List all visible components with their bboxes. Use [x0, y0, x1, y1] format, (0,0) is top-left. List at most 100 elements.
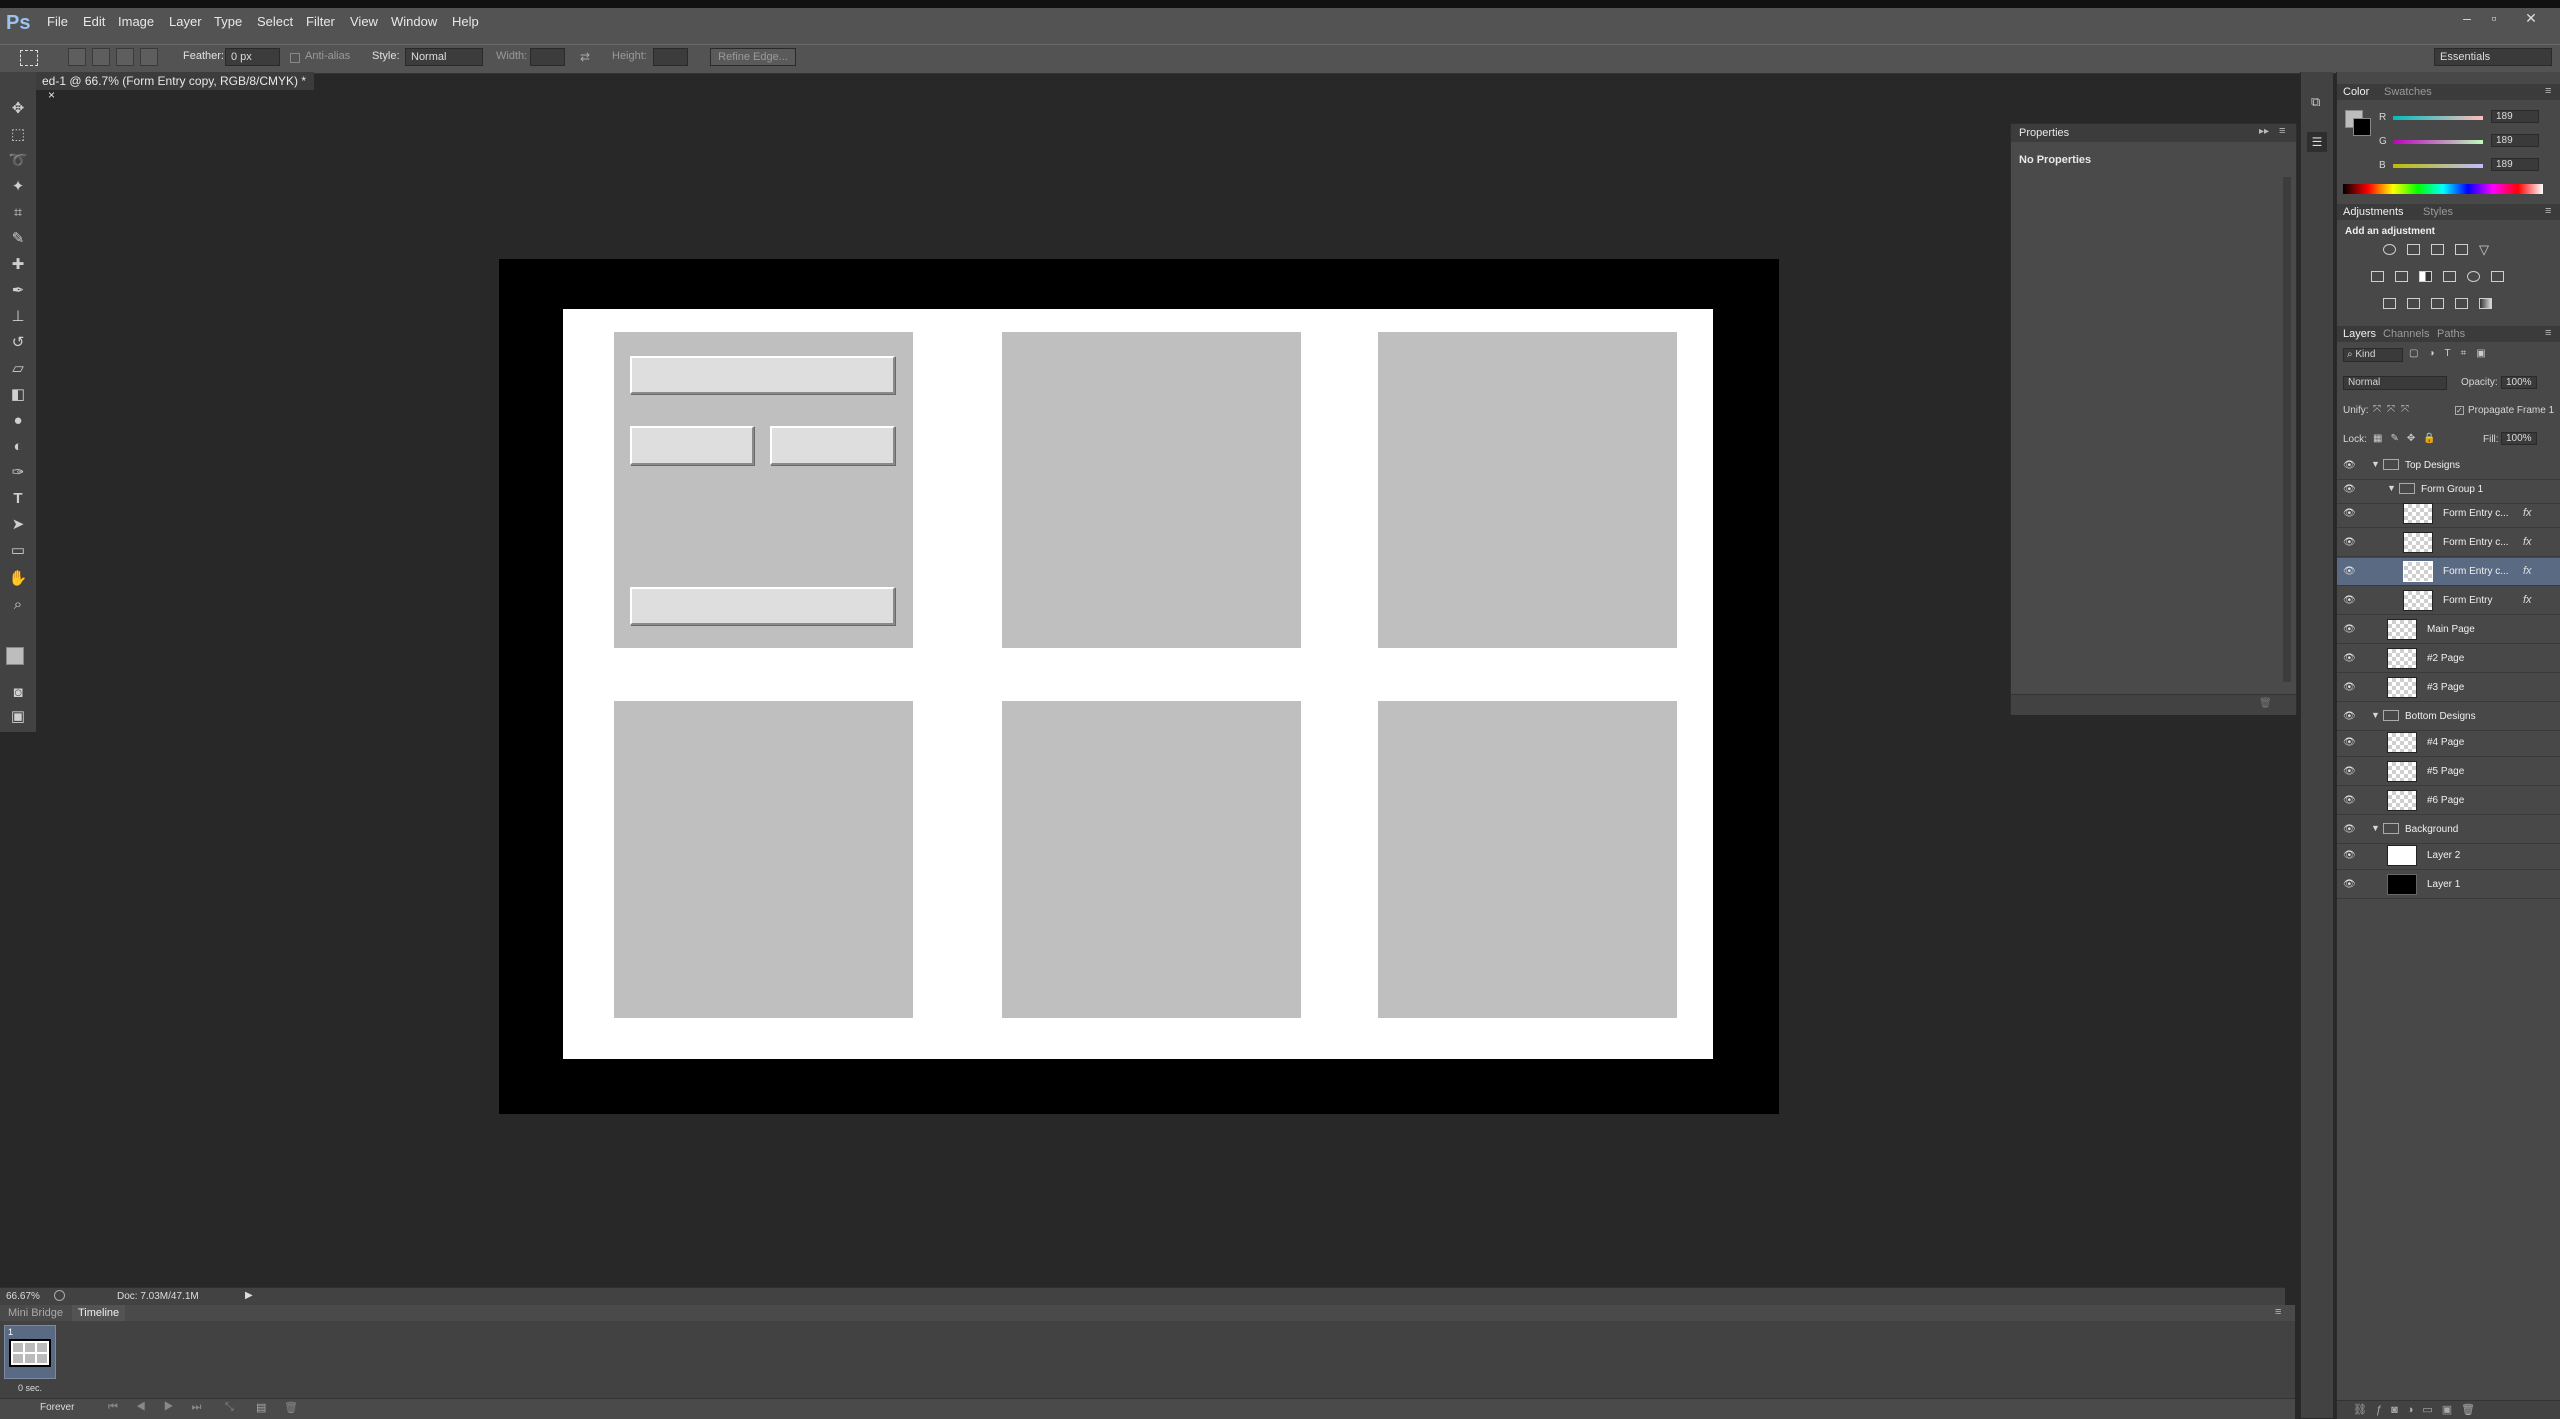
eraser-tool-icon[interactable]: ▱ — [7, 358, 29, 380]
visibility-eye-icon[interactable]: 👁 — [2343, 795, 2356, 806]
layer-row[interactable]: 👁 Layer 1 — [2337, 871, 2560, 899]
background-color-chip[interactable] — [2353, 118, 2371, 136]
channel-mixer-icon[interactable] — [2467, 271, 2480, 282]
properties-scrollbar[interactable] — [2283, 177, 2291, 682]
black-white-icon[interactable] — [2419, 271, 2432, 282]
page-4-card[interactable] — [614, 701, 913, 1018]
visibility-eye-icon[interactable]: 👁 — [2343, 653, 2356, 664]
fx-icon[interactable]: fx — [2523, 507, 2532, 519]
menu-image[interactable]: Image — [118, 14, 154, 29]
tab-styles[interactable]: Styles — [2423, 206, 2453, 218]
form-entry-field[interactable] — [630, 426, 754, 465]
green-value-input[interactable]: 189 — [2491, 134, 2539, 147]
visibility-eye-icon[interactable]: 👁 — [2343, 460, 2356, 471]
tab-adjustments[interactable]: Adjustments — [2343, 206, 2404, 218]
layer-row[interactable]: 👁 Form Entry c... fx — [2337, 529, 2560, 557]
intersect-selection-icon[interactable] — [140, 48, 158, 66]
workspace-select[interactable]: Essentials — [2434, 48, 2552, 66]
add-selection-icon[interactable] — [92, 48, 110, 66]
move-tool-icon[interactable]: ✥ — [7, 98, 29, 120]
panel-menu-icon[interactable]: ≡ — [2545, 85, 2551, 97]
photo-filter-icon[interactable] — [2443, 271, 2456, 282]
visibility-eye-icon[interactable]: 👁 — [2343, 850, 2356, 861]
layer-row[interactable]: 👁 Main Page — [2337, 616, 2560, 644]
screen-mode-icon[interactable]: ▣ — [7, 706, 29, 728]
visibility-eye-icon[interactable]: 👁 — [2343, 879, 2356, 890]
rectangle-tool-icon[interactable]: ▭ — [7, 540, 29, 562]
layer-row[interactable]: 👁 Layer 2 — [2337, 842, 2560, 870]
propagate-checkbox[interactable]: ✓ — [2455, 406, 2464, 415]
visibility-eye-icon[interactable]: 👁 — [2343, 624, 2356, 635]
duplicate-frame-icon[interactable]: ▤ — [256, 1401, 266, 1414]
height-input[interactable] — [653, 48, 688, 66]
visibility-eye-icon[interactable]: 👁 — [2343, 711, 2356, 722]
unify-icons[interactable]: ⤧⤧⤧ — [2373, 404, 2415, 415]
brightness-contrast-icon[interactable] — [2383, 244, 2396, 255]
layer-filter-icons[interactable]: ▢◑T⌗▣ — [2409, 348, 2496, 359]
menu-file[interactable]: File — [47, 14, 68, 29]
blue-slider[interactable] — [2393, 164, 2483, 168]
form-entry-field[interactable] — [770, 426, 895, 465]
chevron-down-icon[interactable]: ▼ — [2387, 483, 2396, 493]
delete-frame-icon[interactable]: 🗑 — [284, 1401, 298, 1414]
visibility-eye-icon[interactable]: 👁 — [2343, 595, 2356, 606]
menu-filter[interactable]: Filter — [306, 14, 335, 29]
invert-icon[interactable] — [2383, 298, 2396, 309]
feather-input[interactable]: 0 px — [225, 48, 280, 66]
visibility-eye-icon[interactable]: 👁 — [2343, 508, 2356, 519]
hue-saturation-icon[interactable] — [2371, 271, 2384, 282]
crop-tool-icon[interactable]: ⌗ — [7, 202, 29, 224]
blur-tool-icon[interactable]: ● — [7, 410, 29, 432]
close-tab-icon[interactable]: × — [48, 88, 55, 102]
tab-paths[interactable]: Paths — [2437, 328, 2465, 340]
new-selection-icon[interactable] — [68, 48, 86, 66]
lock-icons[interactable]: ▦✎✥🔒 — [2373, 433, 2444, 444]
layer-row[interactable]: 👁 #6 Page — [2337, 787, 2560, 815]
healing-brush-icon[interactable]: ✚ — [7, 254, 29, 276]
zoom-level[interactable]: 66.67% — [6, 1291, 40, 1302]
close-window-button[interactable]: ✕ — [2520, 10, 2542, 27]
tween-icon[interactable]: ⤡ — [225, 1401, 234, 1414]
tab-swatches[interactable]: Swatches — [2384, 86, 2432, 98]
status-menu-arrow-icon[interactable]: ▶ — [245, 1290, 253, 1301]
tab-color[interactable]: Color — [2343, 86, 2369, 98]
width-input[interactable] — [530, 48, 565, 66]
menu-layer[interactable]: Layer — [169, 14, 202, 29]
curves-icon[interactable] — [2431, 244, 2444, 255]
marquee-tool-icon[interactable]: ⬚ — [7, 124, 29, 146]
page-2-card[interactable] — [1002, 332, 1301, 648]
visibility-eye-icon[interactable]: 👁 — [2343, 537, 2356, 548]
style-select[interactable]: Normal — [405, 48, 483, 66]
paint-bucket-icon[interactable]: ◧ — [7, 384, 29, 406]
animation-frame[interactable]: 1 — [4, 1325, 56, 1379]
panel-menu-icon[interactable]: ≡ — [2279, 125, 2285, 137]
layer-row-selected[interactable]: 👁 Form Entry c... fx — [2337, 558, 2560, 586]
quick-mask-icon[interactable]: ◙ — [7, 682, 29, 704]
chevron-down-icon[interactable]: ▼ — [2371, 710, 2380, 720]
visibility-eye-icon[interactable]: 👁 — [2343, 824, 2356, 835]
swap-dimensions-icon[interactable]: ⇄ — [580, 50, 590, 64]
loop-select[interactable]: Forever — [40, 1402, 74, 1413]
dodge-tool-icon[interactable]: ◐ — [7, 436, 29, 458]
history-brush-icon[interactable]: ↺ — [7, 332, 29, 354]
brush-tool-icon[interactable]: ✒ — [7, 280, 29, 302]
chevron-down-icon[interactable]: ▼ — [2371, 823, 2380, 833]
layer-row[interactable]: 👁 #3 Page — [2337, 674, 2560, 702]
zoom-tool-icon[interactable]: ⌕ — [7, 594, 29, 616]
red-slider[interactable] — [2393, 116, 2483, 120]
posterize-icon[interactable] — [2407, 298, 2420, 309]
playback-controls[interactable]: ⏮◀▶⏭ — [108, 1401, 219, 1414]
fx-icon[interactable]: fx — [2523, 594, 2532, 606]
tab-timeline[interactable]: Timeline — [72, 1305, 126, 1321]
foreground-color-swatch[interactable] — [6, 647, 24, 665]
fill-input[interactable]: 100% — [2501, 432, 2537, 445]
exposure-icon[interactable] — [2455, 244, 2468, 255]
menu-window[interactable]: Window — [391, 14, 437, 29]
gradient-map-icon[interactable] — [2479, 298, 2492, 309]
properties-panel-icon[interactable]: ☰ — [2307, 132, 2327, 152]
layer-row[interactable]: 👁 #5 Page — [2337, 758, 2560, 786]
visibility-eye-icon[interactable]: 👁 — [2343, 682, 2356, 693]
visibility-eye-icon[interactable]: 👁 — [2343, 484, 2356, 495]
color-balance-icon[interactable] — [2395, 271, 2408, 282]
threshold-icon[interactable] — [2431, 298, 2444, 309]
